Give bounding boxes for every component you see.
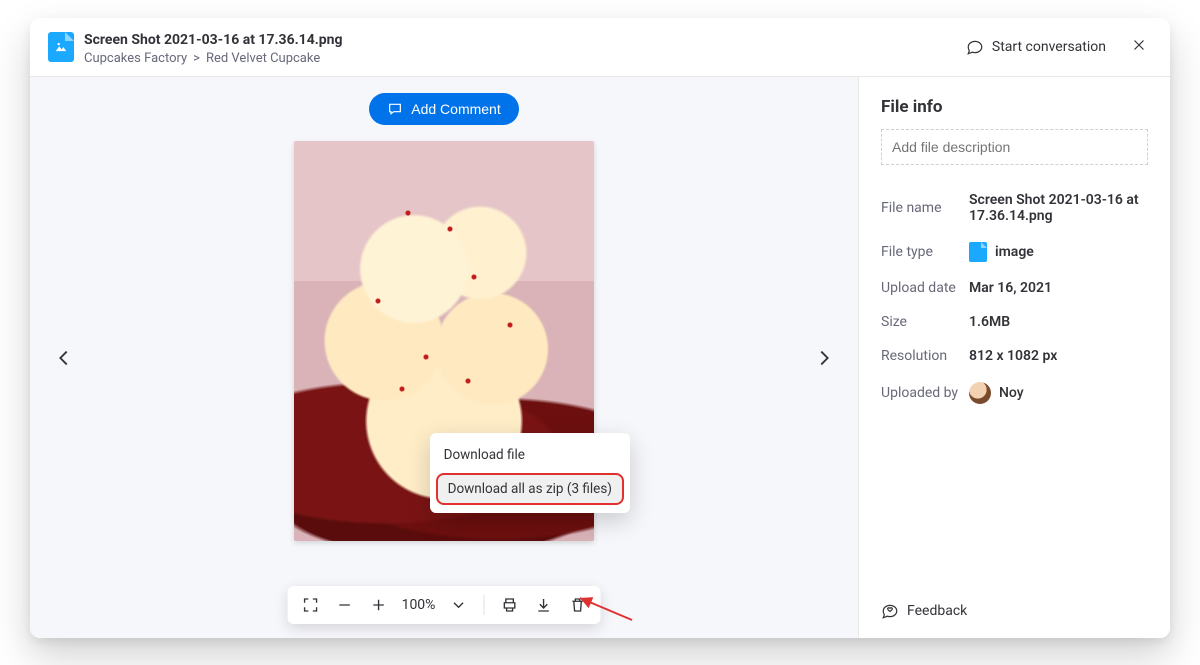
download-menu: Download file Download all as zip (3 fil… xyxy=(430,433,630,513)
meta-value-size: 1.6MB xyxy=(969,314,1010,330)
title-block: Screen Shot 2021-03-16 at 17.36.14.png C… xyxy=(84,32,343,66)
download-all-zip-option[interactable]: Download all as zip (3 files) xyxy=(436,473,624,505)
chat-icon xyxy=(966,38,984,56)
body: Add Comment Download file Download all a… xyxy=(30,77,1170,638)
meta-label-upload-date: Upload date xyxy=(881,280,969,296)
header: Screen Shot 2021-03-16 at 17.36.14.png C… xyxy=(30,18,1170,77)
meta-resolution: Resolution 812 x 1082 px xyxy=(881,339,1148,373)
header-left: Screen Shot 2021-03-16 at 17.36.14.png C… xyxy=(48,32,343,66)
feedback-label: Feedback xyxy=(907,603,967,619)
meta-label-file-type: File type xyxy=(881,244,969,260)
zoom-dropdown-button[interactable] xyxy=(445,592,471,618)
breadcrumb-separator: > xyxy=(193,51,200,66)
viewer-area: Add Comment Download file Download all a… xyxy=(30,77,858,638)
trash-icon xyxy=(568,596,586,614)
print-icon xyxy=(500,596,518,614)
meta-value-uploaded-by: Noy xyxy=(969,382,1024,404)
image-type-icon xyxy=(969,242,987,262)
delete-button[interactable] xyxy=(564,592,590,618)
file-preview-window: Screen Shot 2021-03-16 at 17.36.14.png C… xyxy=(30,18,1170,638)
comment-icon xyxy=(387,101,403,117)
close-icon xyxy=(1130,36,1148,54)
prev-image-button[interactable] xyxy=(48,342,80,374)
feedback-icon xyxy=(881,602,899,620)
file-title: Screen Shot 2021-03-16 at 17.36.14.png xyxy=(84,32,343,48)
next-image-button[interactable] xyxy=(808,342,840,374)
meta-value-file-type: image xyxy=(969,242,1034,262)
file-info-title: File info xyxy=(881,97,1148,117)
file-type-text: image xyxy=(995,244,1034,260)
meta-value-file-name: Screen Shot 2021-03-16 at 17.36.14.png xyxy=(969,192,1148,224)
download-icon xyxy=(534,596,552,614)
start-conversation-button[interactable]: Start conversation xyxy=(966,38,1106,56)
add-comment-label: Add Comment xyxy=(411,101,500,117)
feedback-button[interactable]: Feedback xyxy=(881,596,1148,626)
chevron-down-icon xyxy=(449,596,467,614)
fit-screen-button[interactable] xyxy=(298,592,324,618)
meta-size: Size 1.6MB xyxy=(881,305,1148,339)
close-button[interactable] xyxy=(1126,32,1152,62)
download-button[interactable] xyxy=(530,592,556,618)
viewer-toolbar: 100% xyxy=(288,586,601,624)
header-right: Start conversation xyxy=(966,32,1152,62)
meta-uploaded-by: Uploaded by Noy xyxy=(881,373,1148,413)
plus-icon xyxy=(370,596,388,614)
file-info-sidebar: File info File name Screen Shot 2021-03-… xyxy=(858,77,1170,638)
minus-icon xyxy=(336,596,354,614)
breadcrumb-item[interactable]: Red Velvet Cupcake xyxy=(206,51,320,66)
meta-value-resolution: 812 x 1082 px xyxy=(969,348,1057,364)
file-description-input[interactable] xyxy=(881,129,1148,165)
add-comment-button[interactable]: Add Comment xyxy=(369,93,518,125)
meta-file-type: File type image xyxy=(881,233,1148,271)
start-conversation-label: Start conversation xyxy=(992,39,1106,55)
meta-file-name: File name Screen Shot 2021-03-16 at 17.3… xyxy=(881,183,1148,233)
chevron-right-icon xyxy=(813,347,835,369)
meta-label-resolution: Resolution xyxy=(881,348,969,364)
fit-screen-icon xyxy=(302,596,320,614)
meta-label-size: Size xyxy=(881,314,969,330)
chevron-left-icon xyxy=(53,347,75,369)
image-stage: Download file Download all as zip (3 fil… xyxy=(294,141,594,541)
toolbar-separator xyxy=(483,595,484,615)
meta-label-file-name: File name xyxy=(881,200,969,216)
meta-label-uploaded-by: Uploaded by xyxy=(881,385,969,401)
zoom-out-button[interactable] xyxy=(332,592,358,618)
uploader-name: Noy xyxy=(999,385,1024,401)
breadcrumb-root[interactable]: Cupcakes Factory xyxy=(84,51,187,66)
breadcrumb: Cupcakes Factory > Red Velvet Cupcake xyxy=(84,51,343,66)
meta-value-upload-date: Mar 16, 2021 xyxy=(969,280,1052,296)
image-file-icon xyxy=(48,32,74,62)
sidebar-spacer xyxy=(881,413,1148,596)
download-file-option[interactable]: Download file xyxy=(430,439,630,471)
uploader-avatar xyxy=(969,382,991,404)
print-button[interactable] xyxy=(496,592,522,618)
meta-upload-date: Upload date Mar 16, 2021 xyxy=(881,271,1148,305)
zoom-in-button[interactable] xyxy=(366,592,392,618)
zoom-level: 100% xyxy=(400,597,438,613)
